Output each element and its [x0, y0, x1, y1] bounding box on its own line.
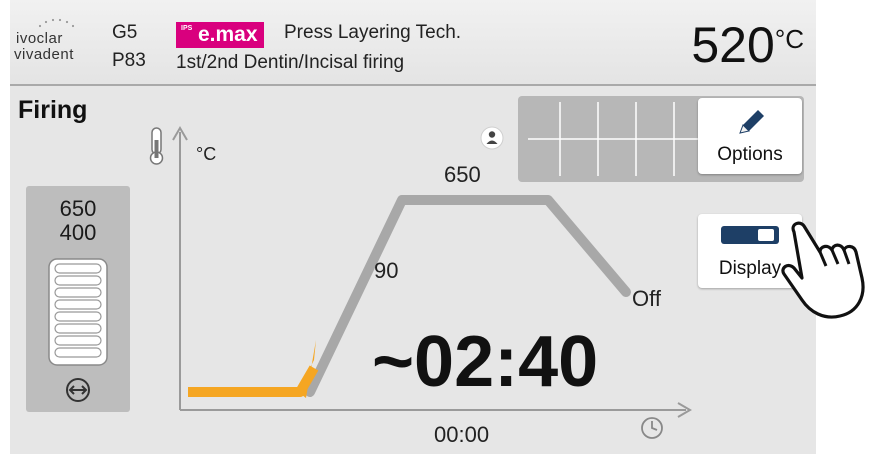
firing-curve-progress [188, 365, 319, 397]
hand-pointer-icon [781, 221, 865, 319]
start-time-label: 00:00 [434, 422, 489, 447]
cooling-state-label: Off [632, 286, 662, 311]
heating-rate-label: 90 [374, 258, 398, 283]
hold-temperature-label: 650 [444, 162, 481, 187]
clock-icon [641, 417, 663, 439]
y-axis-unit: °C [196, 144, 216, 164]
thermometer-icon [149, 127, 164, 165]
firing-curve-chart: °C 650 90 Off ~02:40 00:00 [149, 126, 692, 447]
remaining-time: ~02:40 [372, 322, 598, 402]
furnace-screen: ivoclar vivadent G5 P83 IPS e.max Press … [10, 0, 816, 454]
